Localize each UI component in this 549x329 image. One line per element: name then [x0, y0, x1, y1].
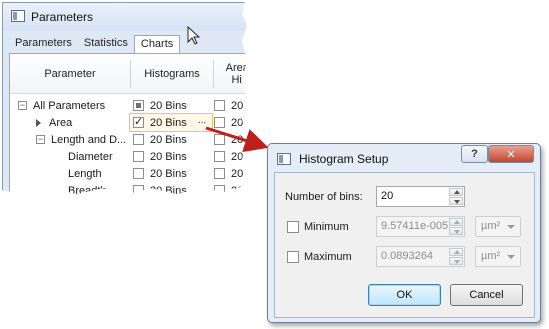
decrement-icon[interactable]: [449, 227, 463, 235]
increment-icon[interactable]: [449, 188, 463, 196]
decrement-icon[interactable]: [449, 197, 463, 205]
minimum-value: 9.57411e-005: [381, 220, 449, 232]
maximum-checkbox[interactable]: [287, 251, 299, 263]
maximum-spinbox[interactable]: 0.0893264: [376, 246, 465, 267]
dialog-title: Histogram Setup: [299, 152, 389, 166]
bins-label: Number of bins:: [285, 191, 363, 203]
minimum-label: Minimum: [304, 221, 349, 233]
chevron-down-icon: [507, 255, 515, 259]
maximum-label: Maximum: [304, 251, 352, 263]
maximum-unit: µm²: [481, 250, 501, 262]
maximum-unit-select[interactable]: µm²: [475, 246, 521, 267]
increment-icon[interactable]: [449, 248, 463, 256]
bins-spinbox[interactable]: 20: [376, 186, 465, 207]
minimum-unit: µm²: [481, 220, 501, 232]
help-button[interactable]: ?: [461, 145, 488, 163]
bins-value: 20: [381, 190, 394, 202]
cancel-button[interactable]: Cancel: [450, 284, 523, 306]
decrement-icon[interactable]: [449, 257, 463, 265]
maximum-value: 0.0893264: [381, 250, 433, 262]
window-icon: [277, 153, 291, 165]
ok-button[interactable]: OK: [368, 284, 441, 306]
histogram-setup-dialog: Histogram Setup ? ✕ Number of bins: 20 M…: [267, 143, 541, 323]
increment-icon[interactable]: [449, 218, 463, 226]
dialog-body: Number of bins: 20 Minimum 9.57411e-005 …: [274, 172, 535, 318]
minimum-unit-select[interactable]: µm²: [475, 216, 521, 237]
minimum-checkbox[interactable]: [287, 221, 299, 233]
close-button[interactable]: ✕: [488, 145, 534, 163]
minimum-spinbox[interactable]: 9.57411e-005: [376, 216, 465, 237]
chevron-down-icon: [507, 225, 515, 229]
